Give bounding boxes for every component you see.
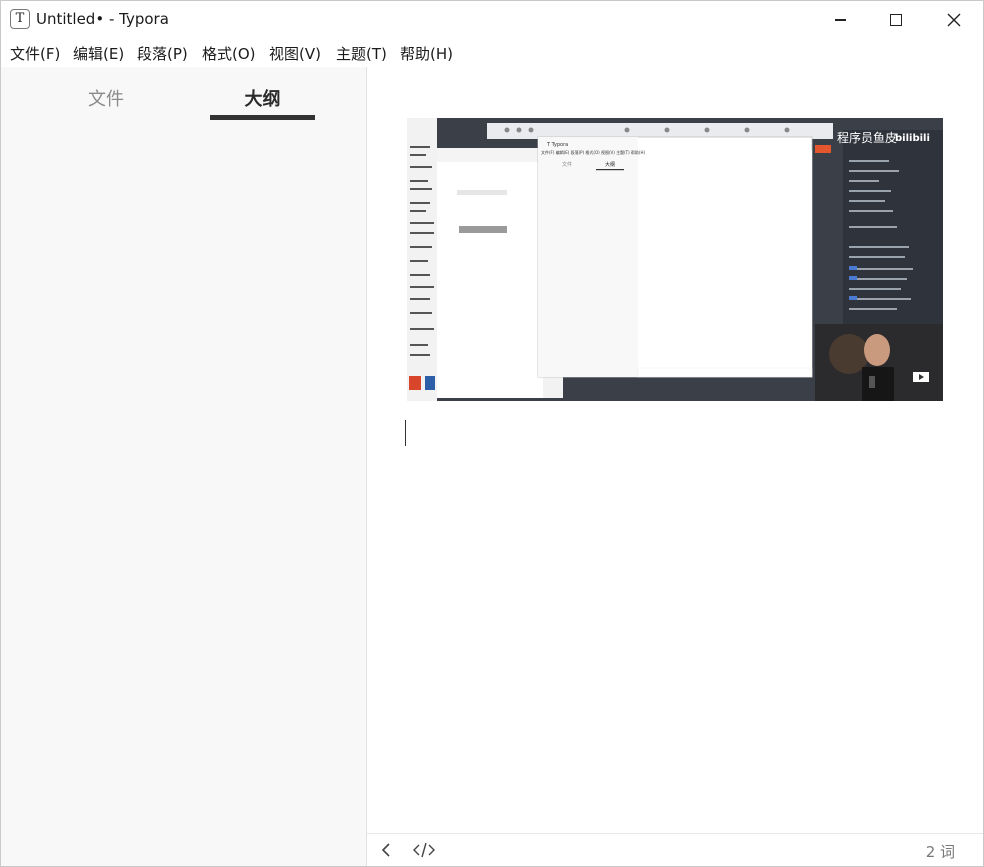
menu-bar: 文件(F) 编辑(E) 段落(P) 格式(O) 视图(V) 主题(T) 帮助(H… [1, 39, 983, 67]
menu-view[interactable]: 视图(V) [269, 43, 321, 64]
maximize-icon [890, 14, 902, 26]
svg-text:程序员鱼皮: 程序员鱼皮 [837, 130, 897, 145]
status-bar: 2 词 [367, 833, 983, 866]
minimize-icon [834, 19, 846, 21]
tab-files[interactable]: 文件 [61, 85, 151, 111]
close-button[interactable] [925, 1, 983, 39]
active-tab-indicator [210, 115, 315, 120]
source-code-icon[interactable] [413, 841, 435, 859]
screenshot-drawing: T Typora 文件(F) 编辑(E) 段落(P) 格式(O) 视图(V) 主… [407, 118, 943, 401]
svg-text:文件: 文件 [562, 161, 572, 168]
menu-file[interactable]: 文件(F) [10, 43, 60, 64]
minimize-button[interactable] [811, 1, 869, 39]
editor-area[interactable]: T Typora 文件(F) 编辑(E) 段落(P) 格式(O) 视图(V) 主… [367, 67, 983, 833]
menu-paragraph[interactable]: 段落(P) [137, 43, 188, 64]
menu-help[interactable]: 帮助(H) [400, 43, 453, 64]
embedded-screenshot-image[interactable]: T Typora 文件(F) 编辑(E) 段落(P) 格式(O) 视图(V) 主… [407, 118, 943, 401]
tab-outline[interactable]: 大纲 [210, 85, 315, 111]
svg-text:T Typora: T Typora [546, 142, 568, 148]
menu-edit[interactable]: 编辑(E) [73, 43, 124, 64]
window-title: Untitled• - Typora [36, 10, 169, 28]
svg-text:bilibili: bilibili [895, 133, 930, 144]
svg-text:大纲: 大纲 [605, 161, 615, 168]
title-bar[interactable]: T Untitled• - Typora [1, 1, 983, 39]
typora-icon: T [10, 9, 30, 29]
svg-text:文件(F) 编辑(E) 段落(P) 格式(O) 视图(V): 文件(F) 编辑(E) 段落(P) 格式(O) 视图(V) 主题(T) 帮助(H… [541, 149, 645, 155]
maximize-button[interactable] [867, 1, 925, 39]
chevron-left-icon[interactable] [379, 842, 393, 858]
text-cursor [405, 420, 406, 446]
sidebar: 文件 大纲 [1, 67, 367, 866]
menu-themes[interactable]: 主题(T) [336, 43, 387, 64]
close-icon [947, 13, 961, 27]
menu-format[interactable]: 格式(O) [202, 43, 256, 64]
typora-window: T Untitled• - Typora 文件(F) 编辑(E) 段落(P) 格… [0, 0, 984, 867]
word-count[interactable]: 2 词 [926, 841, 955, 862]
